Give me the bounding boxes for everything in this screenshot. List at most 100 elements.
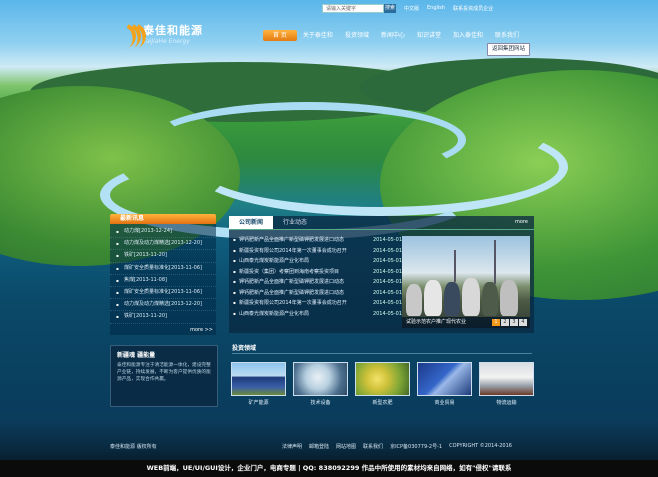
news-date: 2014-05-01 — [372, 300, 402, 306]
nav-contact[interactable]: 联系我们 — [489, 30, 525, 41]
news-title: 钾钙肥新产品全面推广新型磷钾肥发展进口动态 — [239, 279, 345, 285]
invest-label: 新型农肥 — [372, 400, 393, 406]
news-title: 新疆投资有限公司2014年第一次董事会成功召开 — [239, 300, 347, 306]
footer-links: 法律声明 邮箱登陆 网站地图 联系我们 京ICP备030779-2号-1 COP… — [282, 443, 512, 450]
power-tower-icon — [494, 240, 496, 284]
logo-english-name: TaiJiaHe Energy — [143, 38, 190, 45]
invest-item-fertilizer[interactable]: 新型农肥 — [355, 362, 410, 406]
crowd-figure — [482, 282, 498, 316]
power-tower-icon — [454, 250, 456, 282]
footer-link-sitemap[interactable]: 网站地图 — [336, 443, 356, 450]
pager-page-2[interactable]: 2 — [501, 319, 509, 326]
news-photo[interactable]: 试验示范农户推广现代农业 1 2 3 4 — [402, 236, 530, 328]
table-row[interactable]: 山西泰光煤炭新能源产业化布局 2014-05-01 — [232, 256, 402, 267]
link-member-companies[interactable]: 联系投资成员企业 — [453, 5, 493, 12]
list-item[interactable]: 动力煤[2013-12-24] — [110, 226, 216, 239]
news-date: 2014-05-01 — [372, 310, 402, 317]
crowd-figure — [444, 282, 460, 316]
photo-pager: 1 2 3 4 — [492, 319, 527, 326]
news-title: 新疆投资（集团）考察团到海南考察投资项目 — [239, 268, 340, 275]
nav-knowledge[interactable]: 知识讲堂 — [411, 30, 447, 41]
logo-chinese-name: 泰佳和能源 — [143, 24, 203, 37]
tab-company-news[interactable]: 公司新闻 — [229, 216, 274, 229]
invest-item-mining[interactable]: 矿产能源 — [231, 362, 286, 406]
list-item[interactable]: 煤矿安全质量标准化[2013-11-06] — [110, 287, 216, 300]
top-bar: 请输入关键字 搜索 中文版 English 联系投资成员企业 — [322, 2, 493, 14]
crowd-figure — [406, 284, 422, 316]
invest-item-tech[interactable]: 技术设备 — [293, 362, 348, 406]
news-title: 钾钙肥新产品全面推广新型磷钾肥发展进口动态 — [239, 289, 345, 296]
invest-label: 物流运输 — [496, 400, 517, 406]
nav-join[interactable]: 加入泰佳和 — [447, 30, 489, 41]
nav-news[interactable]: 新闻中心 — [375, 30, 411, 41]
invest-label: 商业贸易 — [434, 400, 455, 406]
invest-item-trade[interactable]: 商业贸易 — [417, 362, 472, 406]
slogan-title: 新疆魂 疆能量 — [117, 352, 156, 359]
invest-label: 矿产能源 — [248, 400, 269, 406]
list-item[interactable]: 焦煤[2013-11-08] — [110, 275, 216, 287]
main-nav: 首 页 关于泰佳和 投资领域 新闻中心 知识讲堂 加入泰佳和 联系我们 — [263, 30, 525, 41]
table-row[interactable]: 钾钙肥新产品全面推广新型磷钾肥发展进口动态 2014-05-01 — [232, 277, 402, 288]
table-row[interactable]: 新疆投资有限公司2014年第一次董事会成功召开 2014-05-01 — [232, 246, 402, 257]
search-input[interactable]: 请输入关键字 — [322, 3, 384, 13]
pager-page-3[interactable]: 3 — [510, 319, 518, 326]
invest-item-logistics[interactable]: 物流运输 — [479, 362, 534, 406]
news-title: 山西泰光煤炭新能源产业化布局 — [239, 310, 310, 317]
news-list: 钾钙肥新产品全面推广新型磷钾肥发展进口动态 2014-05-01 新疆投资有限公司… — [232, 235, 402, 319]
group-site-button[interactable]: 返回集团网站 — [487, 43, 531, 56]
logo-swoosh-icon — [106, 18, 150, 53]
footer-link-legal[interactable]: 法律声明 — [282, 443, 302, 450]
crowd-figure — [500, 280, 518, 316]
link-chinese[interactable]: 中文版 — [404, 5, 419, 12]
airplane-image — [479, 362, 534, 396]
logo[interactable]: 泰佳和能源 TaiJiaHe Energy — [106, 18, 203, 53]
nav-home[interactable]: 首 页 — [263, 30, 297, 41]
footer-copyright-year: COPYRIGHT ©2014-2016 — [449, 443, 512, 449]
table-row[interactable]: 新疆投资有限公司2014年第一次董事会成功召开 2014-05-01 — [232, 298, 402, 309]
page: 请输入关键字 搜索 中文版 English 联系投资成员企业 泰佳和能源 Tai… — [0, 0, 658, 477]
invest-label: 技术设备 — [310, 400, 331, 406]
table-row[interactable]: 钾钙肥新产品全面推广新型磷钾肥发展进口动态 2014-05-01 — [232, 288, 402, 299]
footer-copyright: 泰佳和能源 版权所有 — [110, 444, 157, 450]
news-date: 2014-05-01 — [372, 279, 402, 285]
list-item[interactable]: 动力煤及动力煤精选[2013-12-20] — [110, 299, 216, 312]
handshake-image — [417, 362, 472, 396]
pager-page-1[interactable]: 1 — [492, 319, 500, 326]
crowd-figure — [462, 278, 480, 316]
news-date: 2014-05-01 — [372, 247, 402, 254]
list-item[interactable]: 动力煤及动力煤精选[2013-12-20] — [110, 238, 216, 251]
crop-image — [355, 362, 410, 396]
list-item[interactable]: 煤矿安全质量标准化[2013-11-06] — [110, 263, 216, 275]
news-date: 2014-05-01 — [372, 237, 402, 243]
list-item[interactable]: 铁矿[2013-11-20] — [110, 250, 216, 263]
search-button[interactable]: 搜索 — [384, 3, 396, 13]
nav-about[interactable]: 关于泰佳和 — [297, 30, 339, 41]
table-row[interactable]: 山西泰光煤炭新能源产业化布局 2014-05-01 — [232, 309, 402, 320]
latest-news-list: 动力煤[2013-12-24] 动力煤及动力煤精选[2013-12-20] 铁矿… — [110, 224, 216, 335]
table-row[interactable]: 新疆投资（集团）考察团到海南考察投资项目 2014-05-01 — [232, 267, 402, 278]
news-panel: 公司新闻 行业动态 more 钾钙肥新产品全面推广新型磷钾肥发展进口动态 2014… — [229, 216, 534, 333]
slogan-body: 泰佳和能源专注于清洁能源一体化，建设完整产业链，持续发展，不断为客户提供优质的能… — [117, 363, 211, 383]
nav-invest[interactable]: 投资领域 — [339, 30, 375, 41]
list-item[interactable]: 铁矿[2013-11-20] — [110, 311, 216, 324]
solar-panel-image — [231, 362, 286, 396]
news-more-link[interactable]: more — [515, 219, 528, 225]
pager-page-4[interactable]: 4 — [519, 319, 527, 326]
invest-title: 投资领域 — [232, 345, 257, 352]
news-date: 2014-05-01 — [372, 258, 402, 264]
link-english[interactable]: English — [427, 5, 445, 11]
crowd-figure — [424, 280, 442, 316]
tab-industry-news[interactable]: 行业动态 — [273, 216, 317, 229]
news-date: 2014-05-01 — [372, 268, 402, 275]
designer-banner: WEB前端，UE/UI/GUI设计，企业门户，电商专题 | QQ: 838092… — [0, 460, 658, 477]
news-title: 新疆投资有限公司2014年第一次董事会成功召开 — [239, 247, 347, 254]
table-row[interactable]: 钾钙肥新产品全面推广新型磷钾肥发展进口动态 2014-05-01 — [232, 235, 402, 246]
slogan-panel: 新疆魂 疆能量 泰佳和能源专注于清洁能源一体化，建设完整产业链，持续发展，不断为… — [110, 345, 218, 407]
latest-news-more-link[interactable]: more >> — [110, 324, 216, 333]
footer-link-contact[interactable]: 联系我们 — [363, 443, 383, 450]
divider — [232, 353, 532, 354]
lab-image — [293, 362, 348, 396]
news-tabs: 公司新闻 行业动态 — [229, 216, 534, 230]
footer-link-mail[interactable]: 邮箱登陆 — [309, 443, 329, 450]
news-title: 钾钙肥新产品全面推广新型磷钾肥发展进口动态 — [239, 237, 345, 243]
